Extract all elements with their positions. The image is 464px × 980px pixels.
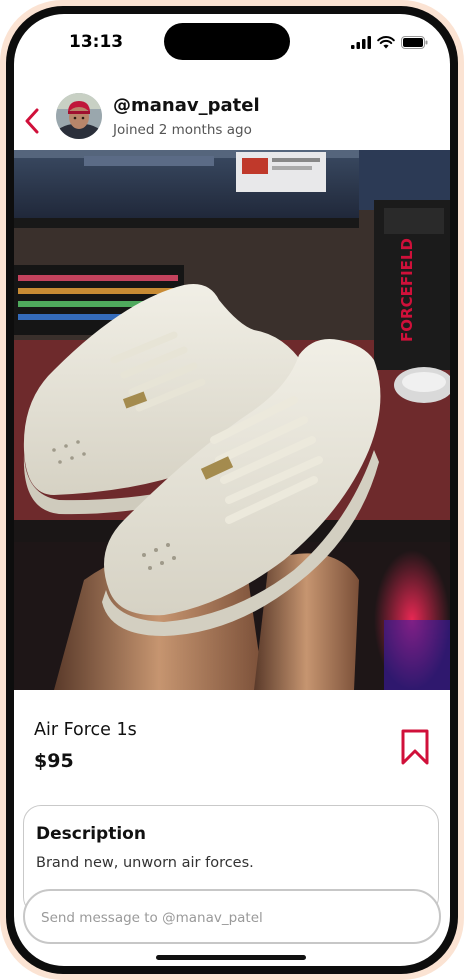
description-text: Brand new, unworn air forces. — [36, 855, 254, 871]
bookmark-icon[interactable] — [400, 728, 430, 766]
chevron-left-icon — [25, 108, 39, 134]
wifi-icon — [377, 36, 395, 49]
product-photo[interactable]: FORCEFIELD — [14, 150, 450, 690]
status-time: 13:13 — [69, 32, 124, 52]
seller-joined-date: Joined 2 months ago — [113, 122, 252, 138]
back-button[interactable] — [20, 106, 44, 136]
avatar[interactable] — [56, 93, 102, 139]
cellular-signal-icon — [351, 36, 371, 49]
dynamic-island — [164, 23, 290, 60]
app-screen: 13:13 @manav_patel Joined 2 months ago F… — [14, 14, 450, 966]
battery-icon — [401, 36, 428, 49]
avatar-photo — [56, 93, 102, 139]
box-brand-text: FORCEFIELD — [398, 238, 416, 342]
status-icons — [351, 36, 428, 49]
home-indicator — [156, 955, 306, 960]
message-input[interactable] — [39, 905, 423, 931]
seller-header: @manav_patel Joined 2 months ago — [14, 92, 450, 152]
listing-info: Air Force 1s $95 — [14, 690, 450, 810]
seller-username[interactable]: @manav_patel — [113, 95, 260, 116]
product-photo-image: FORCEFIELD — [14, 150, 450, 690]
description-heading: Description — [36, 824, 146, 844]
listing-price: $95 — [34, 750, 74, 772]
message-bar — [23, 889, 441, 944]
listing-title: Air Force 1s — [34, 720, 137, 740]
